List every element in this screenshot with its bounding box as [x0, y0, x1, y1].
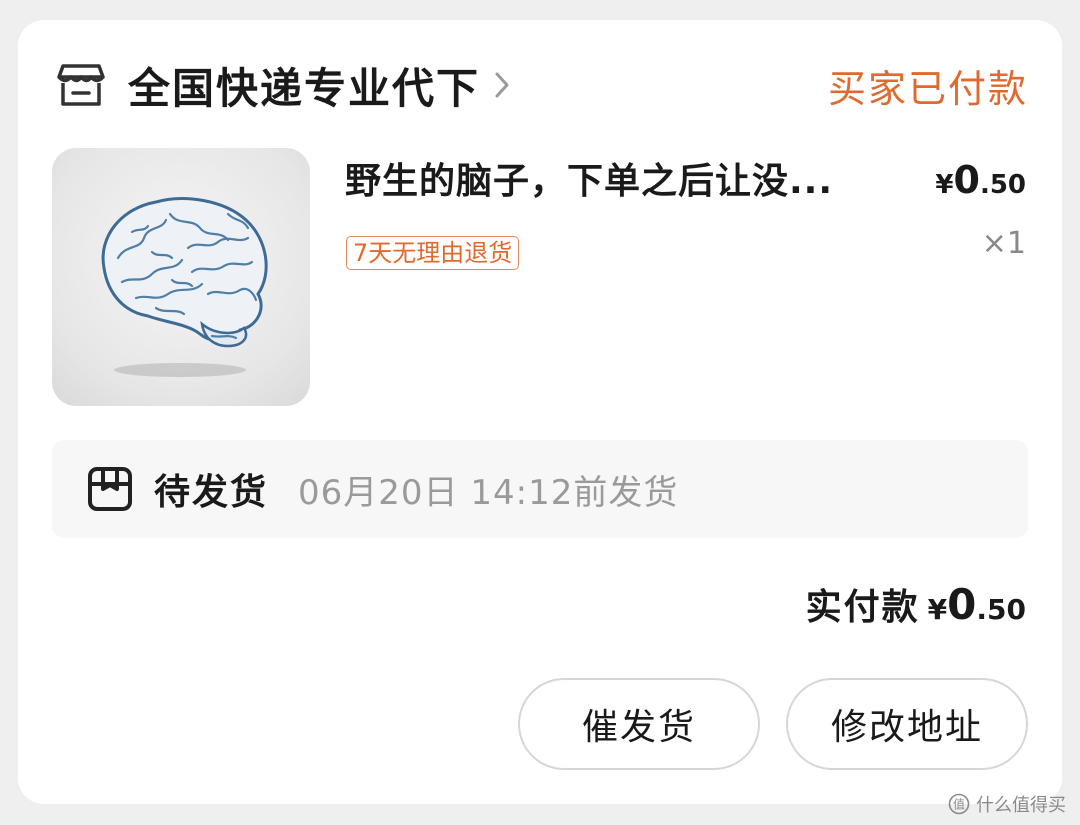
package-icon	[86, 465, 134, 513]
product-title[interactable]: 野生的脑子，下单之后让没...	[345, 152, 895, 204]
total-decimal: .50	[976, 593, 1026, 626]
watermark: 值 什么值得买	[948, 791, 1066, 817]
product-price: ¥0.50	[935, 158, 1026, 202]
price-currency: ¥	[935, 170, 954, 200]
order-card: 全国快递专业代下 买家已付款 野生的脑子，下单之后让没... ¥0.50 7天无…	[18, 20, 1062, 804]
return-policy-badge: 7天无理由退货	[346, 236, 520, 270]
store-icon	[56, 60, 106, 110]
brain-icon	[101, 197, 268, 377]
product-quantity: ×1	[981, 226, 1026, 261]
urge-shipping-button[interactable]: 催发货	[518, 678, 760, 770]
svg-text:值: 值	[953, 797, 965, 812]
watermark-logo-icon: 值	[948, 793, 970, 815]
total-currency: ¥	[927, 593, 948, 626]
shipping-deadline: 06月20日 14:12前发货	[298, 472, 679, 513]
total-integer: 0	[947, 580, 977, 629]
watermark-text: 什么值得买	[976, 795, 1066, 816]
chevron-right-icon[interactable]	[494, 68, 516, 102]
store-header[interactable]: 全国快递专业代下 买家已付款	[56, 56, 1028, 114]
price-integer: 0	[953, 158, 980, 202]
product-image[interactable]	[52, 148, 310, 406]
total-label: 实付款	[805, 587, 920, 628]
shipping-status: 待发货	[154, 472, 269, 513]
price-decimal: .50	[979, 170, 1026, 200]
shipping-status-bar[interactable]: 待发货 06月20日 14:12前发货	[52, 440, 1028, 538]
order-status: 买家已付款	[827, 66, 1028, 111]
total-paid: 实付款 ¥0.50	[806, 578, 1026, 630]
store-name[interactable]: 全国快递专业代下	[128, 55, 480, 116]
change-address-button[interactable]: 修改地址	[786, 678, 1028, 770]
